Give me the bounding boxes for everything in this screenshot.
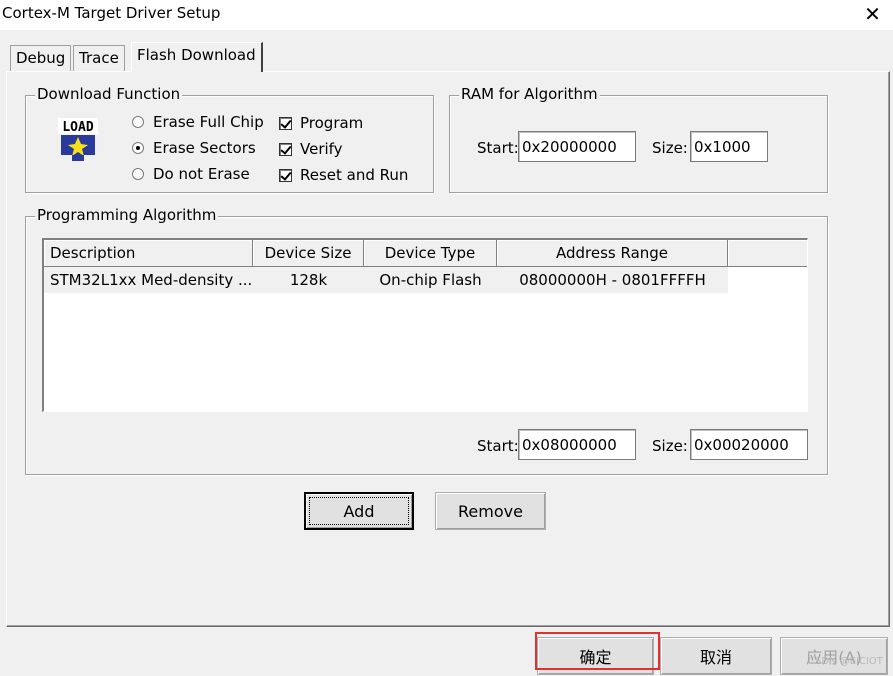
erase-full-chip-radio[interactable]: Erase Full Chip (132, 113, 264, 131)
algorithm-list-header: Description Device Size Device Type Addr… (44, 240, 807, 267)
column-device-size[interactable]: Device Size (253, 240, 364, 267)
verify-check-box[interactable] (279, 142, 292, 156)
row-device-size: 128k (289, 271, 328, 289)
tab-trace[interactable]: Trace (73, 45, 125, 71)
algo-size-input[interactable] (690, 429, 808, 460)
reset-and-run-label: Reset and Run (300, 166, 409, 184)
do-not-erase-radio-button[interactable] (132, 168, 144, 180)
verify-label: Verify (300, 140, 343, 158)
row-device-type: On-chip Flash (379, 271, 482, 289)
column-filler (728, 240, 807, 267)
watermark-text: CSDN @EICIOT (808, 656, 883, 667)
tab-flash-download[interactable]: Flash Download (131, 42, 263, 72)
close-button[interactable]: ✕ (852, 0, 893, 28)
remove-button[interactable]: Remove (435, 492, 546, 530)
erase-full-chip-radio-button[interactable] (132, 116, 144, 128)
ram-for-algorithm-label: RAM for Algorithm (459, 85, 600, 103)
cancel-button[interactable]: 取消 (660, 637, 772, 675)
column-description[interactable]: Description (44, 240, 253, 267)
do-not-erase-radio[interactable]: Do not Erase (132, 165, 250, 183)
erase-sectors-label: Erase Sectors (153, 139, 256, 157)
ram-size-input[interactable] (690, 131, 768, 162)
ram-size-label: Size: (652, 139, 688, 157)
verify-checkbox[interactable]: Verify (279, 140, 343, 158)
erase-full-chip-label: Erase Full Chip (153, 113, 264, 131)
programming-algorithm-label: Programming Algorithm (35, 206, 219, 224)
close-icon: ✕ (864, 2, 881, 26)
tab-debug[interactable]: Debug (10, 45, 72, 71)
load-icon-text: LOAD (62, 120, 93, 135)
row-address-range: 08000000H - 0801FFFFH (519, 271, 706, 289)
algo-size-label: Size: (652, 437, 688, 455)
program-label: Program (300, 114, 364, 132)
ram-start-input[interactable] (518, 131, 636, 162)
ram-start-label: Start: (477, 139, 519, 157)
download-function-label: Download Function (35, 85, 183, 103)
program-check-box[interactable] (279, 116, 292, 130)
tab-debug-label: Debug (16, 49, 66, 67)
tab-trace-label: Trace (79, 49, 119, 67)
algorithm-list[interactable]: Description Device Size Device Type Addr… (42, 238, 808, 412)
window-title: Cortex-M Target Driver Setup (2, 4, 221, 22)
algo-start-input[interactable] (518, 429, 636, 460)
row-description: STM32L1xx Med-density ... (50, 271, 253, 289)
ok-button[interactable]: 确定 (537, 637, 654, 675)
reset-and-run-check-box[interactable] (279, 168, 292, 182)
add-button[interactable]: Add (304, 492, 414, 530)
column-address-range[interactable]: Address Range (497, 240, 728, 267)
title-bar: Cortex-M Target Driver Setup ✕ (0, 0, 893, 30)
load-icon: LOAD (58, 118, 98, 161)
reset-and-run-checkbox[interactable]: Reset and Run (279, 166, 408, 184)
erase-sectors-radio[interactable]: Erase Sectors (132, 139, 256, 157)
table-row[interactable]: STM32L1xx Med-density ... 128k On-chip F… (44, 267, 728, 293)
program-checkbox[interactable]: Program (279, 114, 363, 132)
do-not-erase-label: Do not Erase (153, 165, 250, 183)
column-device-type[interactable]: Device Type (364, 240, 497, 267)
erase-sectors-radio-button[interactable] (132, 142, 144, 154)
algo-start-label: Start: (477, 437, 519, 455)
tab-flash-download-label: Flash Download (137, 46, 256, 64)
